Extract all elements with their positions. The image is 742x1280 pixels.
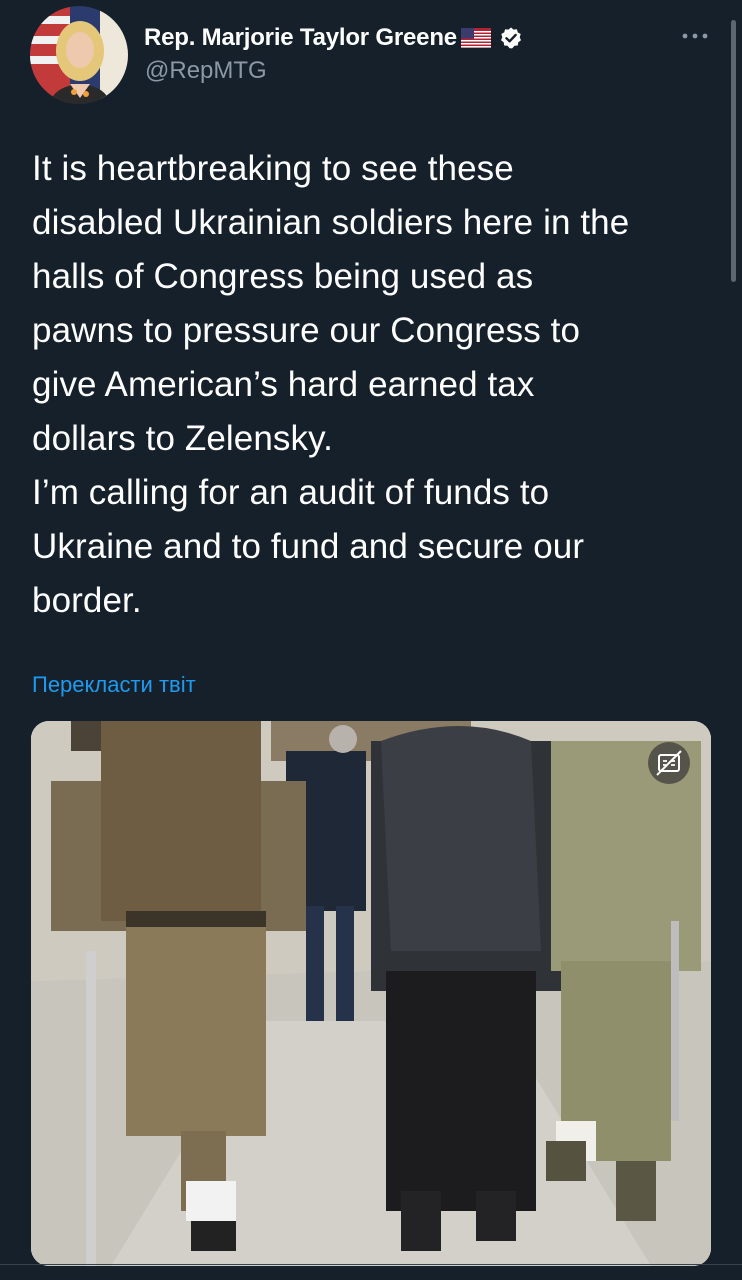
video-frame [31, 721, 711, 1266]
display-name[interactable]: Rep. Marjorie Taylor Greene [144, 24, 457, 52]
verified-badge-icon [499, 26, 523, 50]
closed-captions-icon[interactable] [648, 742, 690, 784]
avatar[interactable] [30, 6, 128, 104]
us-flag-icon [460, 28, 491, 48]
scrollbar[interactable] [731, 20, 736, 282]
author-handle[interactable]: @RepMTG [145, 57, 267, 85]
avatar-image [30, 6, 128, 104]
tweet-video[interactable] [31, 721, 711, 1266]
translate-tweet-link[interactable]: Перекласти твіт [32, 672, 196, 698]
author-name-row[interactable]: Rep. Marjorie Taylor Greene [144, 21, 523, 55]
tweet-text: It is heartbreaking to see these disable… [32, 149, 630, 620]
divider [0, 1264, 742, 1265]
more-options-icon[interactable] [680, 28, 710, 44]
tweet-view: Rep. Marjorie Taylor Greene @RepMTG It i… [0, 0, 742, 1280]
